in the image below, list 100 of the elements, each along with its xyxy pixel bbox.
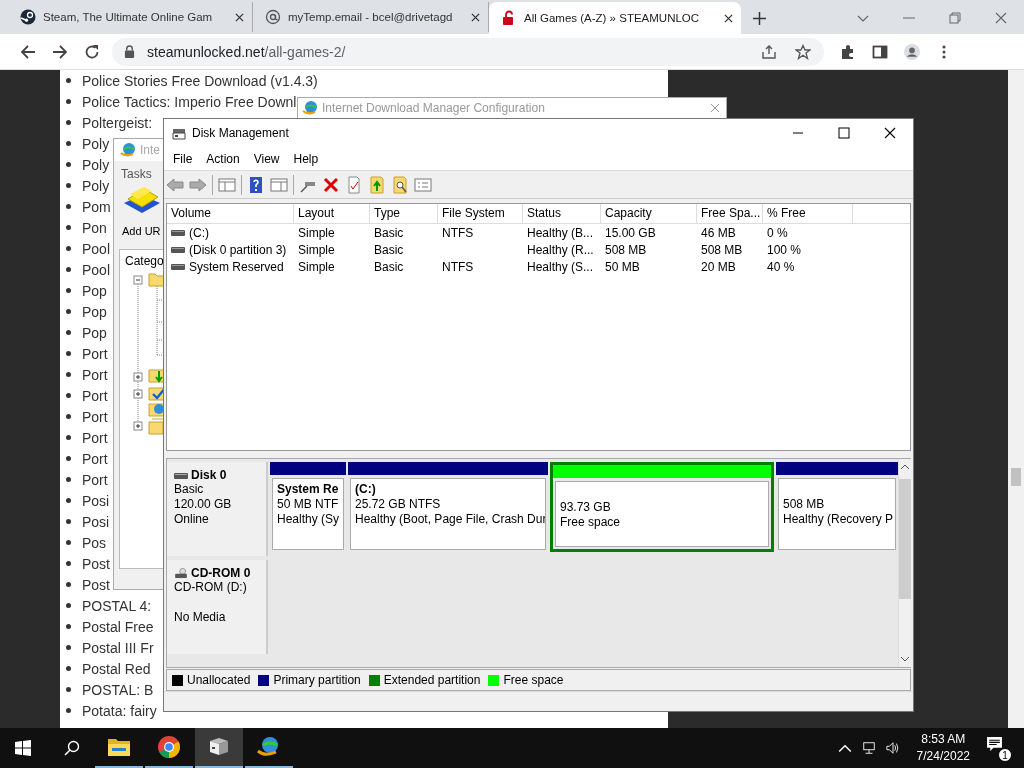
scroll-down-icon[interactable] xyxy=(900,656,910,662)
game-link[interactable]: Police Tactics: Imperio Free Downl xyxy=(82,93,297,110)
folder-up-icon[interactable] xyxy=(368,175,386,194)
side-panel-icon[interactable] xyxy=(872,43,888,60)
folder-search-icon[interactable] xyxy=(391,175,409,194)
forward-arrow-icon[interactable] xyxy=(189,175,207,194)
game-link[interactable]: Port xyxy=(82,429,108,446)
column-header[interactable]: File System xyxy=(438,204,523,223)
game-link[interactable]: Port xyxy=(82,408,108,425)
browser-tab[interactable]: Steam, The Ultimate Online Gam xyxy=(8,2,253,32)
menu-item[interactable]: Help xyxy=(286,151,326,166)
notification-icon[interactable] xyxy=(986,736,1003,753)
table-cell: System Reserved xyxy=(189,259,284,274)
column-header[interactable]: Volume xyxy=(167,204,294,223)
partition-block[interactable]: System Re 50 MB NTF Healthy (Sy xyxy=(270,462,346,552)
game-link[interactable]: Pom xyxy=(82,198,111,215)
scroll-up-icon[interactable] xyxy=(900,464,910,470)
close-icon[interactable] xyxy=(471,12,480,22)
game-link[interactable]: POSTAL: B xyxy=(82,681,154,698)
game-link[interactable]: Pop xyxy=(82,324,107,341)
browser-tab[interactable]: All Games (A-Z) » STEAMUNLOC xyxy=(489,2,741,34)
list-bullet xyxy=(66,225,71,230)
game-link[interactable]: Post xyxy=(82,576,110,593)
game-link[interactable]: Pos xyxy=(82,534,107,551)
game-link[interactable]: Pop xyxy=(82,303,107,320)
time-text: 8:53 AM xyxy=(921,731,966,748)
game-link[interactable]: Pon xyxy=(82,219,107,236)
disk-label-panel[interactable]: Disk 0 Basic 120.00 GB Online xyxy=(167,462,268,556)
game-link[interactable]: Postal Free xyxy=(82,618,154,635)
game-link[interactable]: Postal Red xyxy=(82,660,151,677)
game-link[interactable]: Pop xyxy=(82,282,107,299)
scrollbar[interactable] xyxy=(1008,70,1024,728)
profile-avatar-icon[interactable] xyxy=(904,43,920,60)
disk-info: 120.00 GB xyxy=(174,497,233,512)
windows-start-icon[interactable] xyxy=(15,740,31,756)
speaker-icon[interactable] xyxy=(885,741,900,755)
game-link[interactable]: Port xyxy=(82,450,108,467)
game-link[interactable]: Posi xyxy=(82,492,110,509)
list-bullet xyxy=(66,519,71,524)
table-cell: Simple xyxy=(298,259,335,274)
game-link[interactable]: Port xyxy=(82,345,108,362)
column-header[interactable]: Status xyxy=(523,204,601,223)
partition-block[interactable]: 93.73 GB Free space xyxy=(550,462,774,552)
legend-label: Unallocated xyxy=(187,673,251,687)
clock[interactable]: 8:53 AM 7/24/2022 xyxy=(916,731,970,765)
game-link[interactable]: Pool xyxy=(82,261,111,278)
partition-block[interactable]: 508 MB Healthy (Recovery P xyxy=(776,462,898,552)
game-link[interactable]: Pool xyxy=(82,240,111,257)
list-bullet xyxy=(66,561,71,566)
close-icon[interactable] xyxy=(235,12,244,22)
network-icon[interactable] xyxy=(861,741,876,755)
game-link[interactable]: Port xyxy=(82,387,108,404)
column-header[interactable]: Type xyxy=(370,204,438,223)
column-header[interactable]: Capacity xyxy=(601,204,697,223)
scrollbar[interactable] xyxy=(898,459,911,667)
game-link[interactable]: Post xyxy=(82,555,110,572)
close-icon[interactable] xyxy=(724,13,733,23)
column-header[interactable]: Free Spa... xyxy=(697,204,763,223)
search-icon[interactable] xyxy=(64,740,80,756)
address-bar[interactable]: steamunlocked.net/all-games-2/ xyxy=(112,37,824,66)
menu-item[interactable]: View xyxy=(246,151,287,166)
list-bullet xyxy=(66,393,71,398)
game-link[interactable]: POSTAL 4: xyxy=(82,597,152,614)
column-header[interactable]: % Free xyxy=(763,204,853,223)
back-arrow-icon[interactable] xyxy=(166,175,184,194)
puzzle-icon[interactable] xyxy=(840,43,856,60)
new-tab-icon[interactable] xyxy=(753,12,766,25)
forward-icon[interactable] xyxy=(52,43,68,60)
disk-label-panel[interactable]: CD-ROM 0 CD-ROM (D:) No Media xyxy=(167,560,268,654)
menu-item[interactable]: Tasks xyxy=(121,167,152,183)
disk-info: Online xyxy=(174,512,210,527)
game-link[interactable]: Poly xyxy=(82,156,110,173)
game-link[interactable]: Port xyxy=(82,366,108,383)
delete-icon[interactable] xyxy=(322,175,340,194)
game-link[interactable]: Postal III Fr xyxy=(82,639,154,656)
reload-icon[interactable] xyxy=(84,43,100,60)
toolbar-label[interactable]: Add UR xyxy=(122,225,161,237)
menu-item[interactable]: Action xyxy=(199,151,247,166)
share-icon[interactable] xyxy=(761,43,777,60)
padlock-icon xyxy=(124,45,135,58)
taskbar-app[interactable] xyxy=(195,728,243,768)
back-icon[interactable] xyxy=(20,43,36,60)
game-link[interactable]: Potata: fairy xyxy=(82,702,157,719)
console-tree-icon[interactable] xyxy=(218,175,236,194)
game-link[interactable]: Port xyxy=(82,471,108,488)
game-link[interactable]: Posi xyxy=(82,513,110,530)
column-header[interactable]: Layout xyxy=(294,204,370,223)
list-bullet xyxy=(66,582,71,587)
menu-item[interactable]: File xyxy=(166,151,200,166)
game-link[interactable]: Police Stories Free Download (v1.4.3) xyxy=(82,72,318,89)
action-pane-icon[interactable] xyxy=(270,175,288,194)
legend-label: Free space xyxy=(503,673,564,687)
game-link[interactable]: Poly xyxy=(82,177,110,194)
checked-document-icon[interactable] xyxy=(345,175,363,194)
help-icon[interactable] xyxy=(247,175,265,194)
game-link[interactable]: Poltergeist: xyxy=(82,114,153,131)
table-cell: Simple xyxy=(298,242,335,257)
restore-icon[interactable] xyxy=(949,12,961,24)
star-icon[interactable] xyxy=(795,43,811,60)
game-link[interactable]: Poly xyxy=(82,135,110,152)
